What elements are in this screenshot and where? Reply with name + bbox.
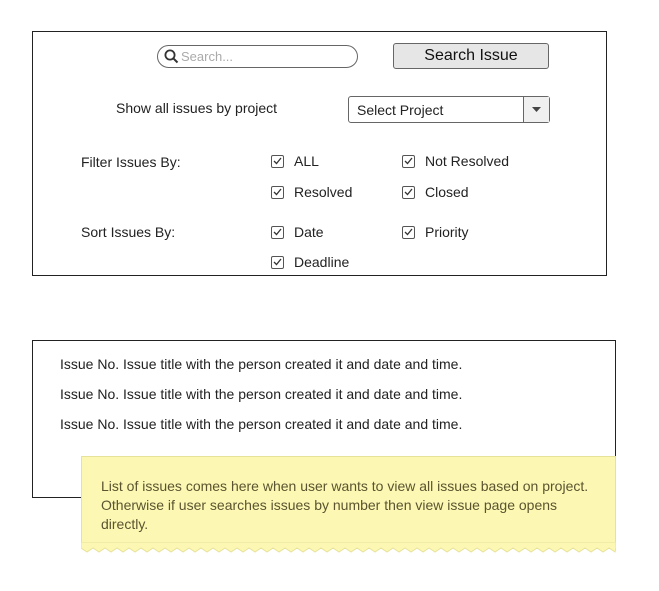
sort-label: Sort Issues By:	[81, 224, 176, 240]
sort-deadline-label: Deadline	[294, 254, 350, 270]
sort-priority-label: Priority	[425, 224, 469, 240]
project-select[interactable]: Select Project	[348, 96, 550, 123]
search-input[interactable]	[181, 49, 341, 64]
filter-all-label: ALL	[294, 153, 319, 169]
filter-all-checkbox[interactable]: ALL	[271, 153, 319, 169]
sort-date-checkbox[interactable]: Date	[271, 224, 324, 240]
sort-date-label: Date	[294, 224, 324, 240]
check-icon	[271, 255, 284, 269]
filter-resolved-label: Resolved	[294, 184, 353, 200]
sticky-note-text: List of issues comes here when user want…	[101, 478, 589, 532]
filter-not-resolved-checkbox[interactable]: Not Resolved	[402, 153, 509, 169]
list-item[interactable]: Issue No. Issue title with the person cr…	[60, 356, 462, 372]
sort-priority-checkbox[interactable]: Priority	[402, 224, 469, 240]
check-icon	[271, 185, 284, 199]
check-icon	[402, 154, 415, 168]
project-select-value: Select Project	[357, 101, 444, 118]
sort-deadline-checkbox[interactable]: Deadline	[271, 254, 349, 270]
list-item[interactable]: Issue No. Issue title with the person cr…	[60, 416, 462, 432]
filter-resolved-checkbox[interactable]: Resolved	[271, 184, 352, 200]
project-label: Show all issues by project	[116, 100, 278, 116]
search-filter-panel: Search Issue Show all issues by project …	[32, 31, 607, 276]
check-icon	[402, 225, 415, 239]
chevron-down-icon[interactable]	[523, 97, 549, 122]
filter-closed-checkbox[interactable]: Closed	[402, 184, 469, 200]
search-issue-button[interactable]: Search Issue	[393, 43, 549, 69]
search-box[interactable]	[157, 45, 358, 68]
filter-label: Filter Issues By:	[81, 154, 181, 170]
filter-not-resolved-label: Not Resolved	[425, 153, 510, 169]
sticky-note: List of issues comes here when user want…	[81, 456, 616, 544]
search-icon	[164, 49, 179, 64]
sticky-note-torn-edge	[81, 542, 616, 553]
list-item[interactable]: Issue No. Issue title with the person cr…	[60, 386, 462, 402]
filter-closed-label: Closed	[425, 184, 469, 200]
check-icon	[402, 185, 415, 199]
check-icon	[271, 225, 284, 239]
check-icon	[271, 154, 284, 168]
